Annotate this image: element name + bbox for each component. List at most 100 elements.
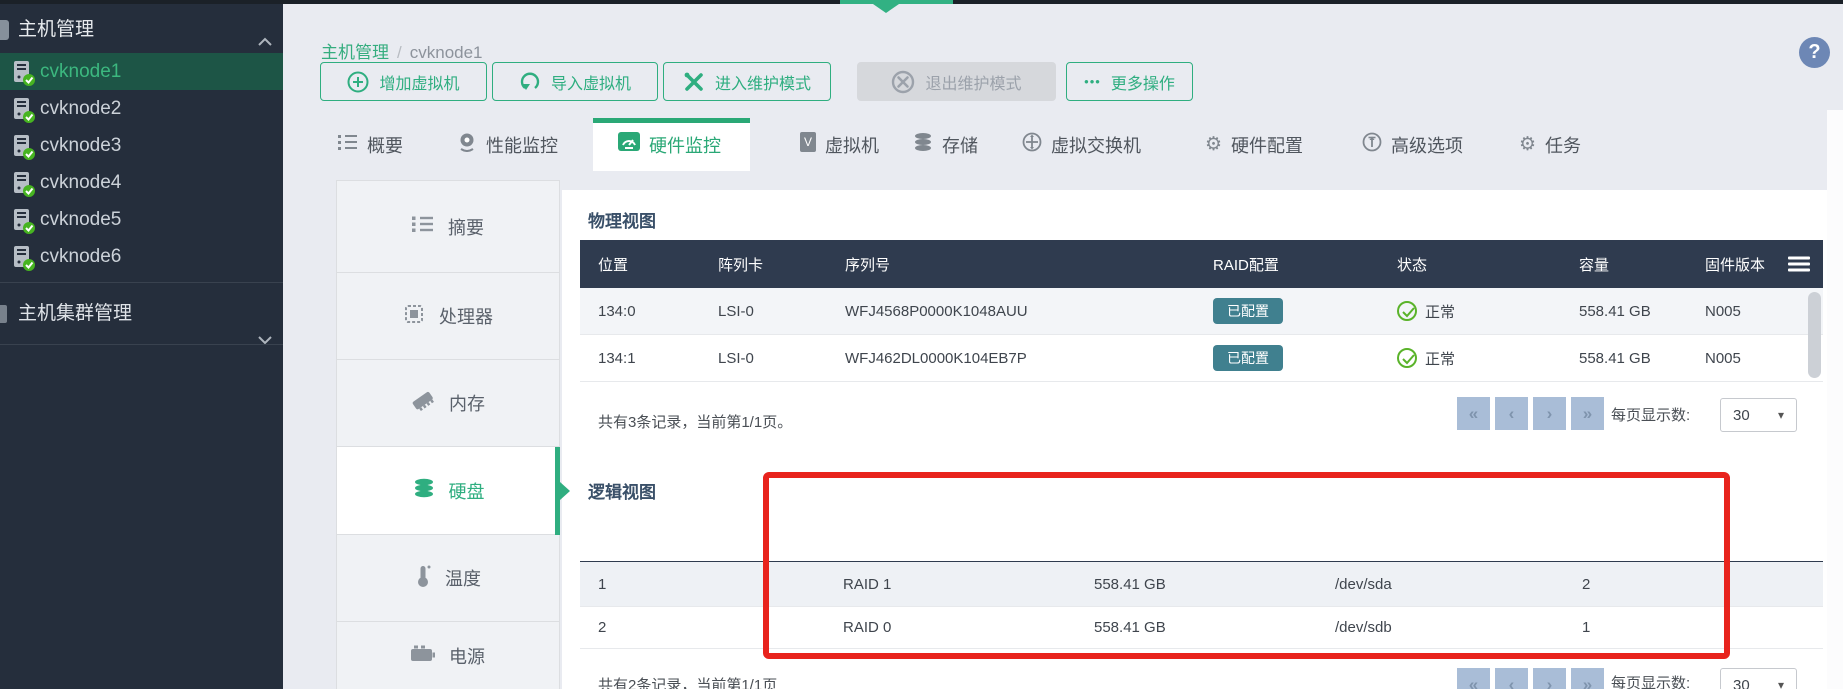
monitor-icon bbox=[457, 132, 477, 157]
table-scrollbar-thumb[interactable] bbox=[1808, 292, 1821, 378]
cell-disk-name: /dev/sda bbox=[1335, 575, 1392, 593]
hw-menu-memory[interactable]: 内存 bbox=[336, 360, 560, 447]
list-icon bbox=[412, 215, 434, 238]
drawer-arrow-icon[interactable] bbox=[873, 4, 899, 13]
col-raid-config: RAID配置 bbox=[1213, 256, 1279, 274]
breadcrumb-root[interactable]: 主机管理 bbox=[321, 43, 389, 62]
page-size-select[interactable]: 30 ▾ bbox=[1720, 668, 1797, 689]
menu-label: 摘要 bbox=[448, 217, 484, 238]
cell-capacity: 558.41 GB bbox=[1094, 619, 1166, 636]
cell-serial: WFJ4568P0000K1048AUU bbox=[845, 302, 1028, 320]
vm-icon: V bbox=[800, 132, 816, 157]
cell-disk-name: /dev/sdb bbox=[1335, 619, 1392, 636]
tab-label: 虚拟交换机 bbox=[1051, 135, 1141, 156]
col-controller: 阵列卡 bbox=[718, 256, 764, 274]
page-gutter bbox=[1827, 110, 1843, 689]
sidebar-section-cluster-management[interactable]: 主机集群管理 bbox=[0, 283, 283, 345]
tab-label: 存储 bbox=[942, 135, 978, 156]
import-vm-button[interactable]: 导入虚拟机 bbox=[492, 62, 658, 101]
tab-tasks[interactable]: ⚙ 任务 bbox=[1519, 118, 1581, 171]
cell-status: 正常 bbox=[1425, 303, 1456, 321]
pager: « ‹ › » bbox=[1457, 668, 1604, 689]
pager: « ‹ › » bbox=[1457, 397, 1604, 430]
sidebar-section-label: 主机管理 bbox=[18, 19, 95, 40]
tab-label: 任务 bbox=[1545, 135, 1582, 156]
chevron-down-icon: ▾ bbox=[1777, 678, 1784, 689]
ram-icon bbox=[411, 390, 435, 417]
cell-firmware: N005 bbox=[1705, 349, 1741, 367]
tab-storage[interactable]: 存储 bbox=[913, 118, 978, 171]
tab-hardware-config[interactable]: ⚙ 硬件配置 bbox=[1205, 118, 1303, 171]
first-page-button[interactable]: « bbox=[1457, 668, 1490, 689]
sidebar-item-cvknode2[interactable]: cvknode2 bbox=[0, 90, 283, 127]
next-page-button[interactable]: › bbox=[1533, 668, 1566, 689]
host-name: cvknode6 bbox=[40, 246, 122, 267]
hw-menu-disk[interactable]: 硬盘 bbox=[336, 447, 560, 535]
next-page-button[interactable]: › bbox=[1533, 397, 1566, 430]
tab-advanced-options[interactable]: 高级选项 bbox=[1362, 118, 1463, 171]
tab-overview[interactable]: 概要 bbox=[338, 118, 403, 171]
sidebar-item-cvknode1[interactable]: cvknode1 bbox=[0, 53, 283, 90]
sidebar-item-cvknode4[interactable]: cvknode4 bbox=[0, 164, 283, 201]
col-capacity: 容量 bbox=[1579, 256, 1610, 274]
add-vm-button[interactable]: 增加虚拟机 bbox=[320, 62, 487, 101]
logical-table-row[interactable]: 1 RAID 1 558.41 GB /dev/sda 2 bbox=[580, 562, 1823, 607]
col-location: 位置 bbox=[598, 256, 629, 274]
page-size-label: 每页显示数: bbox=[1611, 407, 1691, 424]
cell-location: 134:0 bbox=[598, 302, 636, 320]
exit-maintenance-button[interactable]: 退出维护模式 bbox=[857, 62, 1056, 101]
prev-page-button[interactable]: ‹ bbox=[1495, 397, 1528, 430]
hw-menu-processor[interactable]: 处理器 bbox=[336, 273, 560, 360]
page-size-select[interactable]: 30 ▾ bbox=[1720, 398, 1797, 432]
tab-virtual-machines[interactable]: V 虚拟机 bbox=[800, 118, 879, 171]
page-size-value: 30 bbox=[1733, 676, 1750, 689]
sidebar-item-cvknode3[interactable]: cvknode3 bbox=[0, 127, 283, 164]
sidebar-section-host-management[interactable]: 主机管理 bbox=[0, 10, 283, 50]
cell-capacity: 558.41 GB bbox=[1094, 575, 1166, 593]
last-page-button[interactable]: » bbox=[1571, 397, 1604, 430]
host-icon bbox=[12, 245, 36, 271]
cpu-icon bbox=[403, 303, 425, 330]
import-icon bbox=[519, 71, 541, 93]
host-icon bbox=[12, 97, 36, 123]
column-menu-icon[interactable] bbox=[1788, 254, 1810, 275]
col-serial: 序列号 bbox=[845, 256, 891, 274]
tab-label: 概要 bbox=[367, 135, 403, 156]
host-icon bbox=[12, 134, 36, 160]
list-icon bbox=[338, 134, 358, 155]
disk-icon bbox=[413, 477, 435, 504]
battery-icon bbox=[411, 644, 435, 667]
record-summary: 共有2条记录，当前第1/1页 bbox=[598, 677, 778, 689]
cell-controller: LSI-0 bbox=[718, 349, 754, 367]
tab-hardware-monitor[interactable]: 硬件监控 bbox=[618, 118, 721, 171]
enter-maintenance-button[interactable]: 进入维护模式 bbox=[663, 62, 831, 101]
first-page-button[interactable]: « bbox=[1457, 397, 1490, 430]
svg-text:V: V bbox=[804, 135, 812, 149]
logical-table-row[interactable]: 2 RAID 0 558.41 GB /dev/sdb 1 bbox=[580, 607, 1823, 649]
sidebar-item-cvknode5[interactable]: cvknode5 bbox=[0, 201, 283, 238]
button-label: 导入虚拟机 bbox=[550, 75, 631, 93]
hw-menu-summary[interactable]: 摘要 bbox=[336, 180, 560, 273]
physical-table-row[interactable]: 134:0 LSI-0 WFJ4568P0000K1048AUU 已配置 正常 … bbox=[580, 288, 1823, 335]
host-icon bbox=[12, 171, 36, 197]
physical-table-row[interactable]: 134:1 LSI-0 WFJ462DL0000K104EB7P 已配置 正常 … bbox=[580, 335, 1823, 382]
thermometer-icon bbox=[415, 564, 431, 593]
sidebar: 主机管理 cvknode1 cvknode2 cvknode3 cvknode4… bbox=[0, 4, 283, 689]
sidebar-item-cvknode6[interactable]: cvknode6 bbox=[0, 238, 283, 275]
last-page-button[interactable]: » bbox=[1571, 668, 1604, 689]
hw-menu-temperature[interactable]: 温度 bbox=[336, 535, 560, 622]
button-label: 退出维护模式 bbox=[925, 75, 1022, 93]
prev-page-button[interactable]: ‹ bbox=[1495, 668, 1528, 689]
menu-label: 电源 bbox=[449, 646, 485, 667]
database-icon bbox=[913, 132, 933, 157]
breadcrumb-separator: / bbox=[397, 43, 402, 62]
more-actions-button[interactable]: ••• 更多操作 bbox=[1066, 62, 1193, 101]
hw-menu-power[interactable]: 电源 bbox=[336, 622, 560, 689]
cell-id: 1 bbox=[598, 575, 607, 593]
tab-performance-monitor[interactable]: 性能监控 bbox=[457, 118, 558, 171]
help-button[interactable]: ? bbox=[1799, 37, 1830, 68]
cell-firmware: N005 bbox=[1705, 302, 1741, 320]
tab-virtual-switch[interactable]: 虚拟交换机 bbox=[1022, 118, 1141, 171]
host-icon bbox=[12, 60, 36, 86]
raid-configured-badge: 已配置 bbox=[1213, 298, 1283, 324]
